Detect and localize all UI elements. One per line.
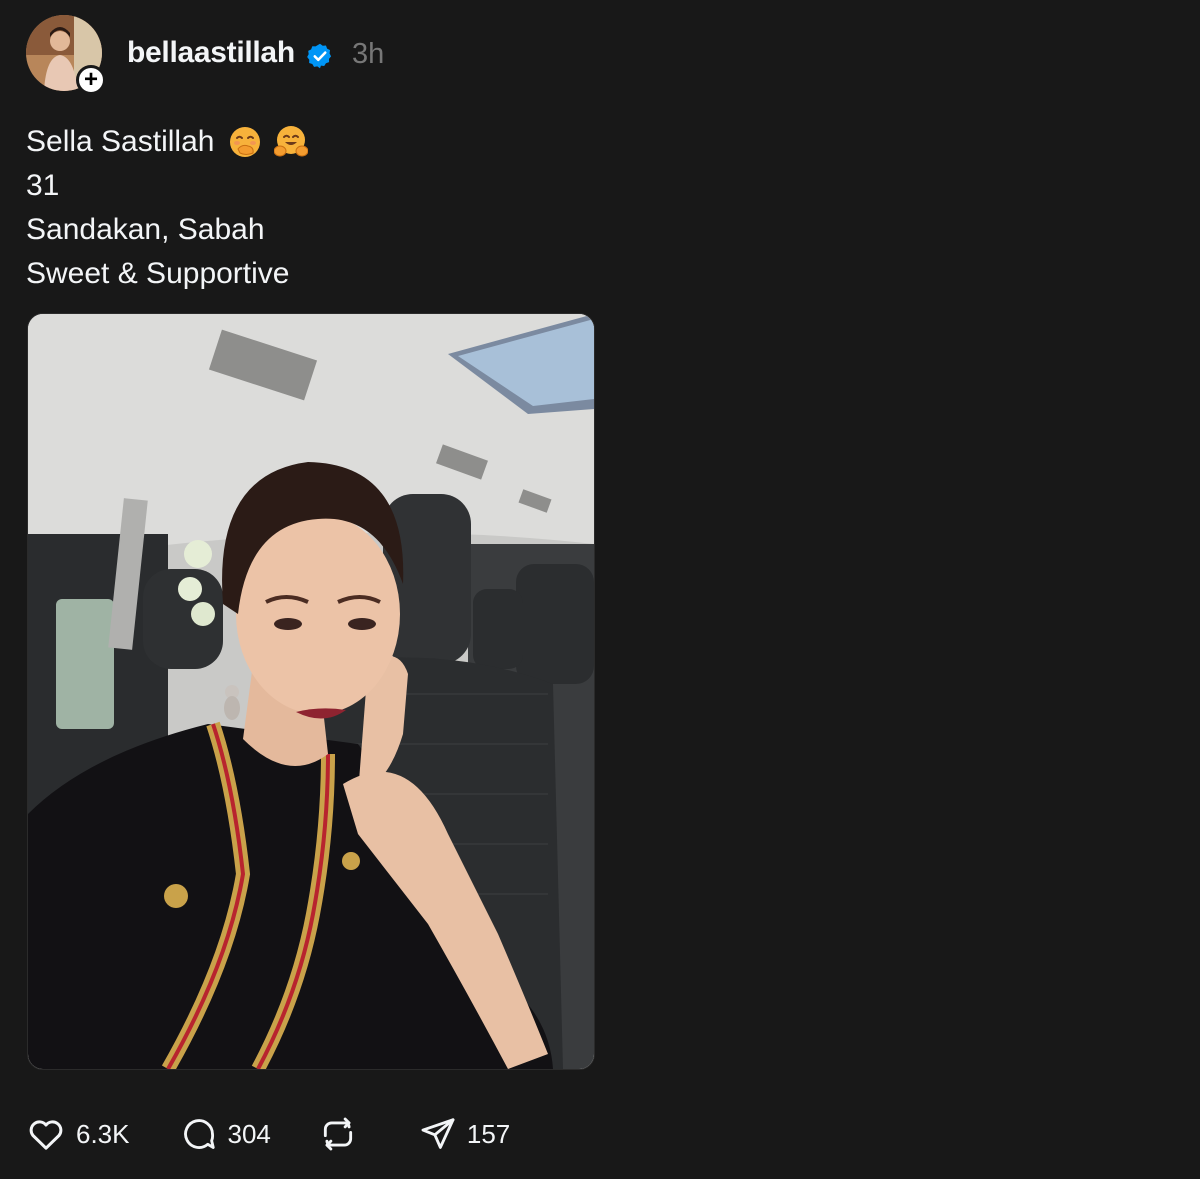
- share-count: 157: [466, 1118, 511, 1149]
- caption-line-name: Sella Sastillah: [26, 120, 309, 164]
- caption-line-location: Sandakan, Sabah: [26, 213, 265, 246]
- heart-icon: [29, 1120, 63, 1150]
- author-username[interactable]: bellaastillah: [127, 36, 295, 70]
- post-caption: Sella Sastillah 31 Sandakan, Sabah Sweet…: [26, 120, 309, 296]
- post-photo[interactable]: [27, 313, 595, 1070]
- like-button[interactable]: 6.3K: [26, 1114, 130, 1154]
- send-icon: [421, 1118, 455, 1149]
- comment-bubble-icon: [183, 1119, 215, 1149]
- repost-icon: [323, 1117, 352, 1151]
- caption-name-text: Sella Sastillah: [26, 125, 215, 158]
- repost-button[interactable]: [319, 1115, 367, 1153]
- hugging-face-icon: [274, 126, 309, 157]
- author-avatar[interactable]: +: [26, 15, 106, 95]
- share-button[interactable]: 157: [419, 1115, 510, 1153]
- comment-count: 304: [227, 1118, 271, 1149]
- thread-post: + bellaastillah 3h Sella Sastillah 31 Sa…: [0, 0, 1200, 1179]
- face-with-hand-over-mouth-icon: [230, 127, 261, 157]
- post-actions: 6.3K 304 157: [26, 1112, 510, 1156]
- verified-badge-icon: [307, 43, 332, 69]
- caption-line-trait: Sweet & Supportive: [26, 257, 290, 290]
- comment-button[interactable]: 304: [180, 1115, 271, 1153]
- post-timestamp: 3h: [352, 38, 385, 70]
- like-count: 6.3K: [76, 1118, 130, 1149]
- caption-line-age: 31: [26, 169, 60, 202]
- follow-plus-icon[interactable]: +: [76, 65, 106, 95]
